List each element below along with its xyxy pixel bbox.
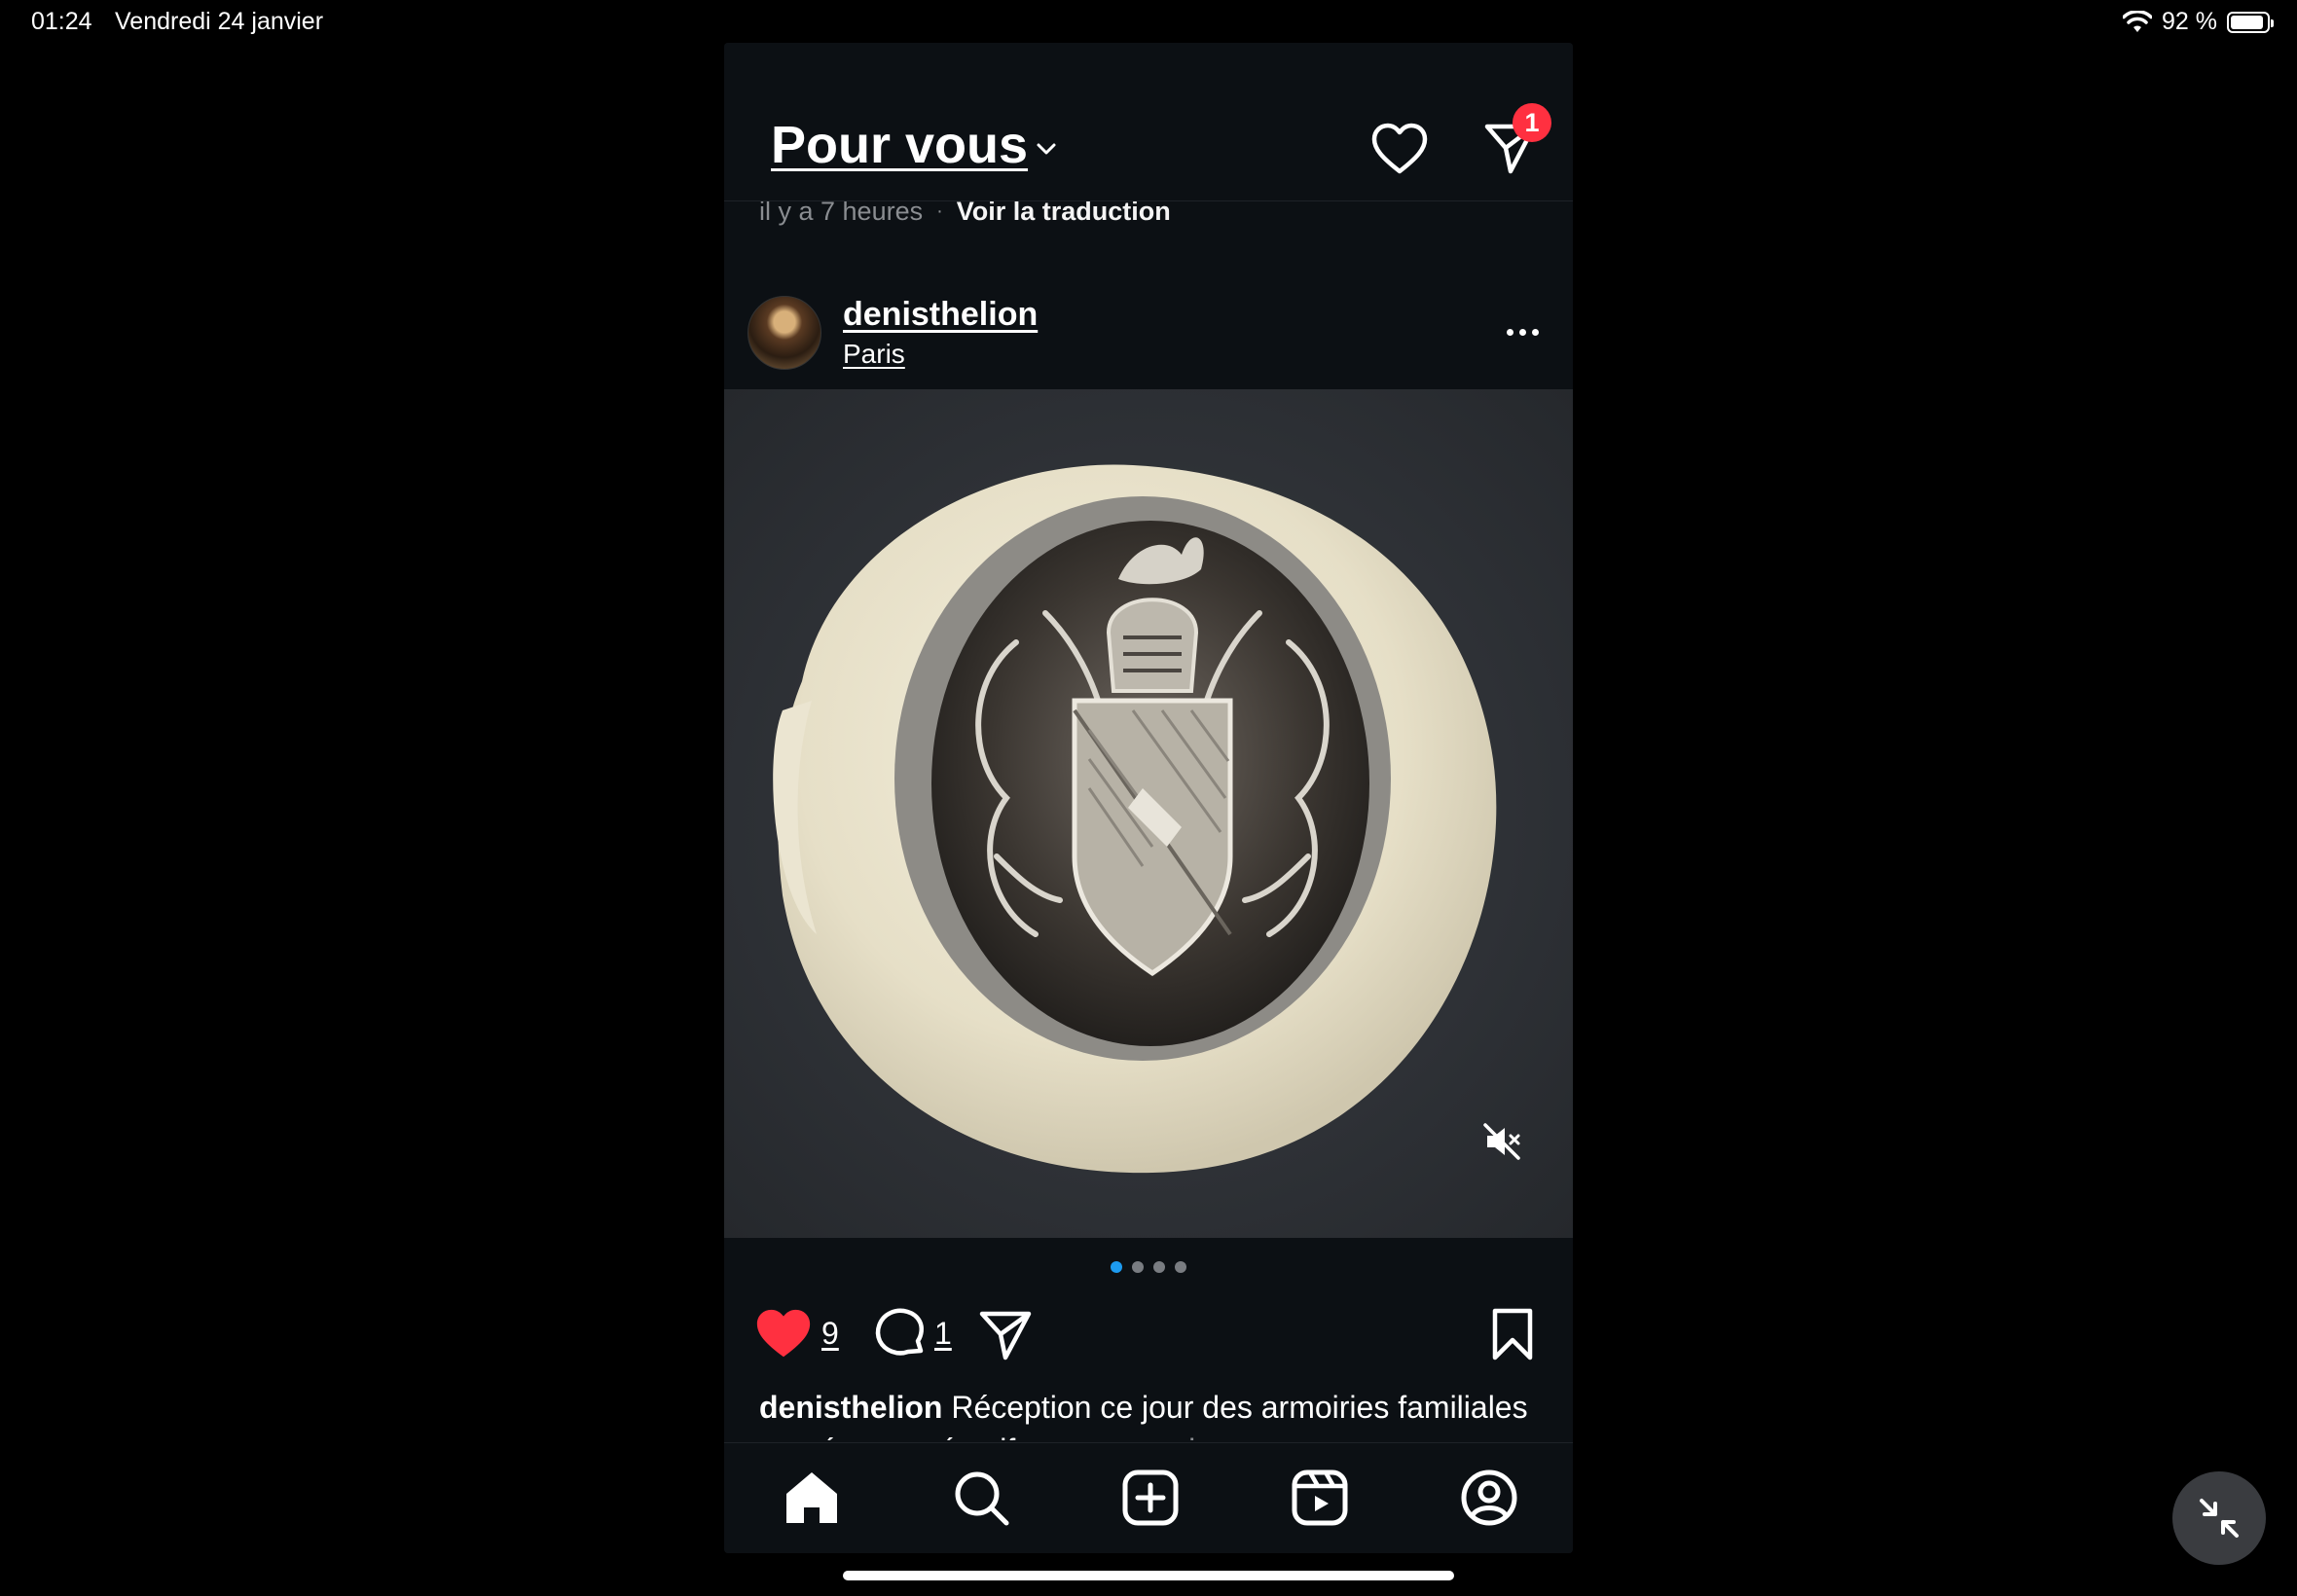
caption-username[interactable]: denisthelion xyxy=(759,1390,942,1425)
heart-filled-icon[interactable] xyxy=(753,1304,814,1364)
minimize-arrows-icon xyxy=(2200,1499,2239,1538)
bottom-tab-bar xyxy=(724,1442,1573,1553)
reels-icon[interactable] xyxy=(1289,1467,1351,1529)
profile-icon[interactable] xyxy=(1458,1467,1520,1529)
battery-icon xyxy=(2227,11,2274,33)
instagram-app: Pour vous 1 il y a 7 heures · Voir la tr… xyxy=(724,43,1573,1553)
notification-badge: 1 xyxy=(1513,103,1551,142)
chevron-down-icon[interactable] xyxy=(1032,134,1061,163)
more-options-button[interactable] xyxy=(1501,317,1544,346)
avatar[interactable] xyxy=(747,296,821,370)
post-location[interactable]: Paris xyxy=(843,339,905,370)
status-bar: 01:24 Vendredi 24 janvier 92 % xyxy=(0,0,2297,45)
home-indicator[interactable] xyxy=(843,1571,1454,1580)
wax-seal-image xyxy=(773,464,1497,1174)
exit-fullscreen-button[interactable] xyxy=(2172,1471,2266,1565)
post-media[interactable] xyxy=(724,389,1573,1238)
bookmark-icon[interactable] xyxy=(1487,1306,1538,1362)
muted-audio-icon[interactable] xyxy=(1479,1119,1524,1164)
feed-header: Pour vous 1 xyxy=(724,43,1573,201)
comment-icon[interactable] xyxy=(872,1306,929,1362)
carousel-indicator xyxy=(724,1261,1573,1273)
status-date: Vendredi 24 janvier xyxy=(115,8,324,35)
dot xyxy=(1506,328,1513,336)
status-time: 01:24 xyxy=(31,8,92,35)
battery-percent: 92 % xyxy=(2162,8,2217,35)
search-icon[interactable] xyxy=(950,1467,1012,1529)
create-post-icon[interactable] xyxy=(1119,1467,1182,1529)
status-right: 92 % xyxy=(2123,8,2274,36)
comments-count[interactable]: 1 xyxy=(934,1316,952,1352)
post-username[interactable]: denisthelion xyxy=(843,296,1038,334)
post-header: denisthelion Paris xyxy=(724,288,1573,385)
carousel-dot-active xyxy=(1111,1261,1122,1273)
likes-count[interactable]: 9 xyxy=(821,1316,839,1352)
share-icon[interactable] xyxy=(977,1306,1034,1362)
carousel-dot xyxy=(1153,1261,1165,1273)
post-actions: 9 1 xyxy=(724,1304,1573,1382)
caption-more-link[interactable]: ... plus xyxy=(1137,1433,1228,1440)
feed-selector[interactable]: Pour vous xyxy=(771,115,1028,175)
separator-dot: · xyxy=(936,200,943,222)
carousel-dot xyxy=(1132,1261,1144,1273)
battery-level xyxy=(2231,15,2264,29)
wifi-icon xyxy=(2123,10,2153,32)
home-icon[interactable] xyxy=(781,1467,843,1529)
post-caption[interactable]: denisthelion Réception ce jour des armoi… xyxy=(759,1386,1538,1440)
heart-icon[interactable] xyxy=(1368,119,1431,181)
dot xyxy=(1531,328,1539,336)
dot xyxy=(1518,328,1526,336)
carousel-dot xyxy=(1175,1261,1186,1273)
